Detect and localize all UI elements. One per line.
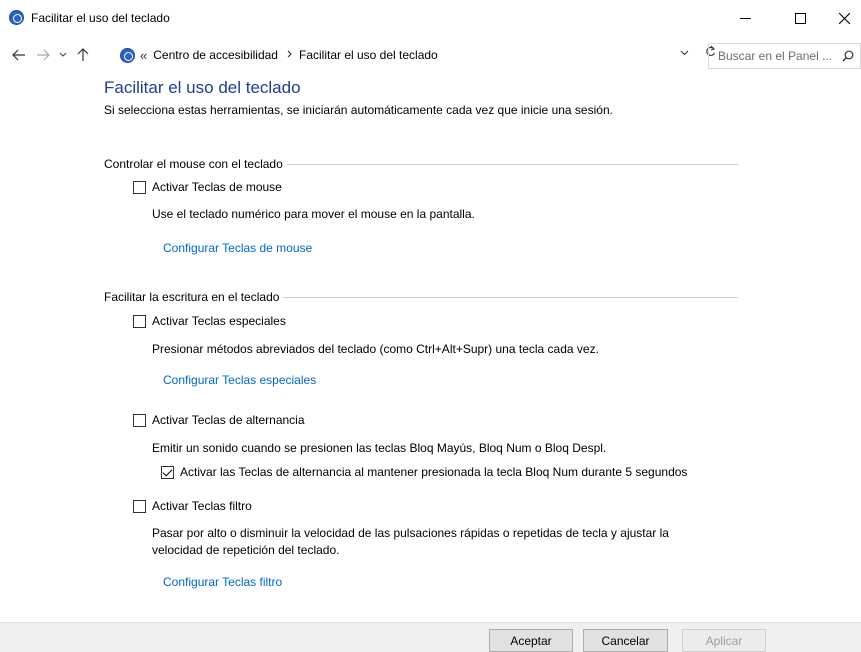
page-subtitle: Si selecciona estas herramientas, se ini… xyxy=(104,103,613,117)
close-button[interactable] xyxy=(828,0,861,36)
up-button[interactable] xyxy=(74,45,92,65)
arrow-up-icon xyxy=(77,48,89,61)
filter-keys-description-line2: velocidad de repetición del teclado. xyxy=(152,543,340,557)
mouse-keys-label[interactable]: Activar Teclas de mouse xyxy=(152,180,282,194)
search-input[interactable]: Buscar en el Panel ... xyxy=(708,43,861,69)
address-bar[interactable]: « Centro de accesibilidad Facilitar el u… xyxy=(98,43,700,67)
toggle-keys-numlock-label[interactable]: Activar las Teclas de alternancia al man… xyxy=(180,465,687,479)
arrow-right-icon xyxy=(37,49,50,61)
minimize-icon xyxy=(739,17,751,19)
apply-button[interactable]: Aplicar xyxy=(682,629,766,652)
window-title: Facilitar el uso del teclado xyxy=(31,11,170,25)
mouse-keys-description: Use el teclado numérico para mover el mo… xyxy=(152,207,475,221)
sticky-keys-label[interactable]: Activar Teclas especiales xyxy=(152,314,286,328)
toggle-keys-label[interactable]: Activar Teclas de alternancia xyxy=(152,413,305,427)
sticky-keys-description: Presionar métodos abreviados del teclado… xyxy=(152,342,599,356)
filter-keys-checkbox[interactable] xyxy=(133,499,146,513)
ease-of-access-icon xyxy=(9,10,24,25)
address-dropdown-button[interactable] xyxy=(680,48,694,59)
sticky-keys-option[interactable]: Activar Teclas especiales xyxy=(133,314,286,328)
mouse-keys-checkbox[interactable] xyxy=(133,180,146,194)
chevron-right-icon[interactable] xyxy=(287,50,293,61)
cancel-button[interactable]: Cancelar xyxy=(583,629,668,652)
divider xyxy=(286,163,738,165)
toggle-keys-checkbox[interactable] xyxy=(133,413,146,427)
section-heading-text: Facilitar la escritura en el teclado xyxy=(104,290,280,304)
page-title: Facilitar el uso del teclado xyxy=(104,78,301,97)
close-icon xyxy=(839,12,850,24)
chevron-down-icon xyxy=(59,52,67,57)
mouse-keys-option[interactable]: Activar Teclas de mouse xyxy=(133,180,282,194)
toggle-keys-numlock-checkbox[interactable] xyxy=(161,465,174,479)
search-placeholder: Buscar en el Panel ... xyxy=(718,49,833,63)
maximize-icon xyxy=(794,12,806,24)
footer-bar: Aceptar Cancelar Aplicar xyxy=(0,622,861,652)
maximize-button[interactable] xyxy=(777,0,823,36)
search-icon xyxy=(842,50,854,62)
toggle-keys-description: Emitir un sonido cuando se presionen las… xyxy=(152,441,607,455)
section-heading-mouse: Controlar el mouse con el teclado xyxy=(104,157,738,171)
recent-locations-button[interactable] xyxy=(56,45,70,65)
configure-filter-keys-link[interactable]: Configurar Teclas filtro xyxy=(163,575,282,589)
ok-button[interactable]: Aceptar xyxy=(489,629,573,652)
title-bar: Facilitar el uso del teclado xyxy=(0,0,861,36)
filter-keys-label[interactable]: Activar Teclas filtro xyxy=(152,499,252,513)
breadcrumb-overflow[interactable]: « xyxy=(140,48,147,63)
forward-button[interactable] xyxy=(34,45,52,65)
filter-keys-description-line1: Pasar por alto o disminuir la velocidad … xyxy=(152,526,669,540)
ease-of-access-icon xyxy=(120,47,135,63)
divider xyxy=(283,296,738,298)
toggle-keys-numlock-option[interactable]: Activar las Teclas de alternancia al man… xyxy=(161,465,687,479)
toggle-keys-option[interactable]: Activar Teclas de alternancia xyxy=(133,413,305,427)
minimize-button[interactable] xyxy=(722,0,768,36)
arrow-left-icon xyxy=(12,49,25,61)
section-heading-typing: Facilitar la escritura en el teclado xyxy=(104,290,738,304)
main-content: Facilitar el uso del teclado Si seleccio… xyxy=(0,70,861,622)
configure-sticky-keys-link[interactable]: Configurar Teclas especiales xyxy=(163,373,316,387)
back-button[interactable] xyxy=(10,45,28,65)
breadcrumb-item[interactable]: Facilitar el uso del teclado xyxy=(299,48,438,62)
section-heading-text: Controlar el mouse con el teclado xyxy=(104,157,283,171)
breadcrumb-item[interactable]: Centro de accesibilidad xyxy=(153,48,278,62)
chevron-down-icon xyxy=(680,50,689,56)
configure-mouse-keys-link[interactable]: Configurar Teclas de mouse xyxy=(163,241,312,255)
sticky-keys-checkbox[interactable] xyxy=(133,314,146,328)
filter-keys-option[interactable]: Activar Teclas filtro xyxy=(133,499,252,513)
